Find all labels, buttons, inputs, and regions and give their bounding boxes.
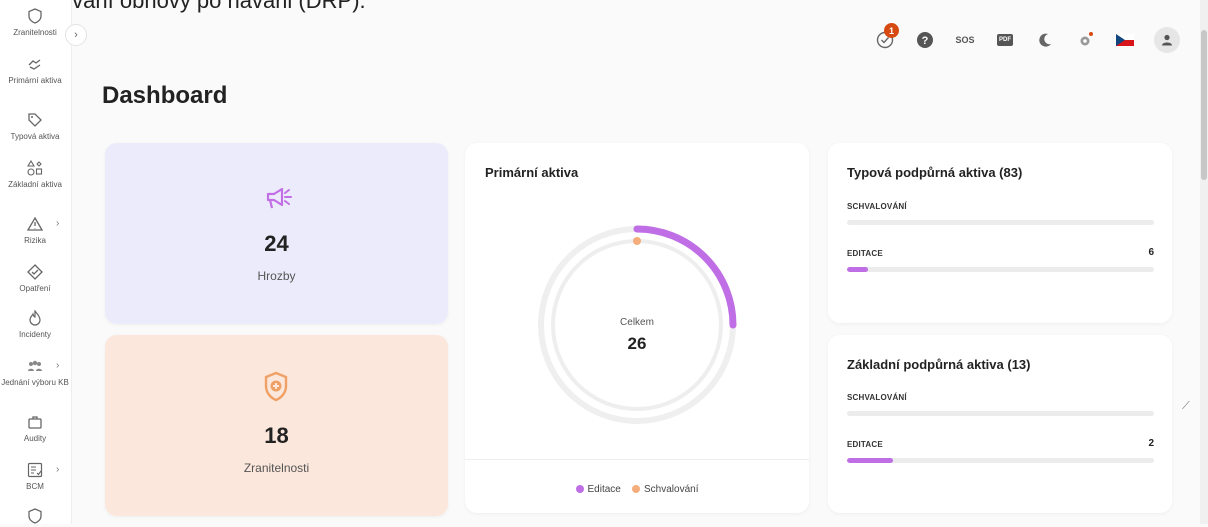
zakladni-aktiva-card: Základní podpůrná aktiva (13) SCHVALOVÁN… bbox=[828, 335, 1172, 513]
divider bbox=[465, 459, 809, 460]
sidebar-item-label: BCM bbox=[26, 482, 44, 491]
sidebar-item-label: Primární aktiva bbox=[8, 76, 62, 85]
sidebar-item-label: Rizika bbox=[24, 236, 46, 245]
schvalovani-label: SCHVALOVÁNÍ bbox=[847, 393, 907, 402]
briefcase-icon bbox=[28, 416, 42, 429]
fire-icon bbox=[29, 310, 41, 326]
hrozby-label: Hrozby bbox=[257, 269, 296, 283]
chevron-right-icon: › bbox=[56, 464, 60, 475]
progress-fill bbox=[847, 267, 869, 272]
editace-label: EDITACE bbox=[847, 249, 883, 258]
scrollbar-thumb[interactable] bbox=[1201, 30, 1207, 180]
schvalovani-progress bbox=[847, 220, 1154, 225]
chevron-right-icon: › bbox=[56, 218, 60, 229]
zranitelnosti-count: 18 bbox=[264, 423, 289, 448]
sidebar-item-primarni-aktiva[interactable]: Primární aktiva bbox=[0, 56, 70, 86]
hrozby-card[interactable]: 24 Hrozby bbox=[105, 143, 448, 324]
warning-icon bbox=[27, 216, 43, 231]
legend-dot bbox=[575, 485, 584, 494]
shapes-icon bbox=[27, 160, 43, 176]
schvalovani-progress bbox=[847, 411, 1154, 416]
legend-item-editace[interactable]: Editace bbox=[575, 484, 621, 495]
sidebar-item-label: Typová aktiva bbox=[10, 132, 60, 141]
sidebar-item-label: Jednání výboru KB bbox=[1, 378, 69, 387]
editace-value: 6 bbox=[1148, 247, 1154, 258]
help-icon: ? bbox=[917, 32, 933, 48]
chevron-right-icon: › bbox=[74, 29, 78, 41]
pdf-icon: PDF bbox=[997, 34, 1013, 46]
sidebar-item-label: Zranitelnosti bbox=[13, 28, 57, 37]
czech-flag-icon bbox=[1116, 34, 1134, 46]
legend-label: Schvalování bbox=[644, 484, 699, 495]
chart-legend: Editace Schvalování bbox=[465, 484, 809, 495]
sidebar-item-rizika[interactable]: › Rizika bbox=[0, 216, 70, 246]
editace-value: 2 bbox=[1148, 438, 1154, 449]
checklist-icon bbox=[27, 462, 43, 478]
schvalovani-label: SCHVALOVÁNÍ bbox=[847, 202, 907, 211]
sidebar-item-zranitelnosti[interactable]: Zranitelnosti bbox=[0, 8, 70, 38]
gear-icon bbox=[1080, 32, 1093, 46]
group-icon bbox=[28, 360, 42, 371]
language-button[interactable] bbox=[1114, 29, 1136, 51]
pdf-button[interactable]: PDF bbox=[994, 29, 1016, 51]
shield-icon bbox=[28, 508, 42, 524]
sidebar: Zranitelnosti Primární aktiva Typová akt… bbox=[0, 0, 72, 524]
sidebar-item-typova-aktiva[interactable]: Typová aktiva bbox=[0, 112, 70, 142]
legend-dot bbox=[632, 485, 640, 494]
legend-label: Editace bbox=[587, 484, 621, 495]
sidebar-item-label: Incidenty bbox=[18, 330, 52, 339]
sos-button[interactable]: SOS bbox=[954, 29, 976, 51]
typova-aktiva-card: Typová podpůrná aktiva (83) SCHVALOVÁNÍ … bbox=[828, 143, 1172, 323]
tag-icon bbox=[28, 113, 42, 127]
resize-handle-icon[interactable]: ⟋ bbox=[1182, 400, 1198, 424]
scrollbar[interactable] bbox=[1200, 0, 1208, 524]
tasks-button[interactable]: 1 bbox=[874, 23, 899, 51]
editace-progress bbox=[847, 458, 1154, 463]
sidebar-item-label: Opatření bbox=[19, 284, 51, 293]
sidebar-item-audity[interactable]: Audity bbox=[0, 414, 70, 444]
sidebar-item-jednani-vyboru-kb[interactable]: › Jednání výboru KB bbox=[0, 358, 70, 388]
megaphone-icon bbox=[266, 187, 292, 209]
donut-center-label: Celkem bbox=[620, 317, 654, 328]
card-title: Typová podpůrná aktiva (83) bbox=[847, 165, 1023, 180]
svg-text:?: ? bbox=[922, 35, 929, 47]
user-icon bbox=[1162, 34, 1172, 46]
hrozby-count: 24 bbox=[264, 231, 289, 256]
sidebar-item-opatreni[interactable]: Opatření bbox=[0, 264, 70, 294]
card-title: Základní podpůrná aktiva (13) bbox=[847, 357, 1031, 372]
editace-label: EDITACE bbox=[847, 440, 883, 449]
progress-fill bbox=[847, 458, 894, 463]
diamond-icon bbox=[27, 264, 43, 280]
shield-icon bbox=[28, 8, 42, 24]
zranitelnosti-card[interactable]: 18 Zranitelnosti bbox=[105, 335, 448, 516]
sidebar-item-label: Audity bbox=[23, 434, 47, 443]
primarni-aktiva-card: Primární aktiva Celkem 26 Editace Schval… bbox=[465, 143, 809, 513]
dark-mode-button[interactable] bbox=[1034, 29, 1056, 51]
card-title: Primární aktiva bbox=[485, 165, 579, 180]
notification-badge: 1 bbox=[884, 23, 899, 38]
sidebar-item-label: Základní aktiva bbox=[8, 180, 62, 189]
top-toolbar: 1 ? SOS PDF bbox=[874, 23, 1180, 53]
sidebar-item-zakladni-aktiva[interactable]: Základní aktiva bbox=[0, 160, 70, 190]
donut-total: 26 bbox=[627, 334, 647, 353]
user-avatar[interactable] bbox=[1154, 27, 1180, 53]
zranitelnosti-label: Zranitelnosti bbox=[243, 461, 310, 475]
editace-progress bbox=[847, 267, 1154, 272]
page-title: Dashboard bbox=[102, 82, 228, 109]
schvalovani-marker bbox=[633, 237, 641, 245]
legend-item-schvalovani[interactable]: Schvalování bbox=[632, 484, 698, 495]
sos-icon: SOS bbox=[955, 35, 975, 45]
sidebar-item-incidenty[interactable]: Incidenty bbox=[0, 310, 70, 340]
sidebar-toggle-button[interactable]: › bbox=[65, 24, 87, 46]
handshake-icon bbox=[28, 59, 41, 70]
sidebar-item-bcm[interactable]: › BCM bbox=[0, 462, 70, 492]
help-button[interactable]: ? bbox=[914, 29, 936, 51]
moon-icon bbox=[1039, 33, 1051, 47]
chevron-right-icon: › bbox=[56, 360, 60, 371]
sidebar-item-more[interactable] bbox=[0, 508, 70, 527]
shield-plus-icon bbox=[264, 371, 288, 402]
settings-button[interactable] bbox=[1074, 29, 1096, 51]
